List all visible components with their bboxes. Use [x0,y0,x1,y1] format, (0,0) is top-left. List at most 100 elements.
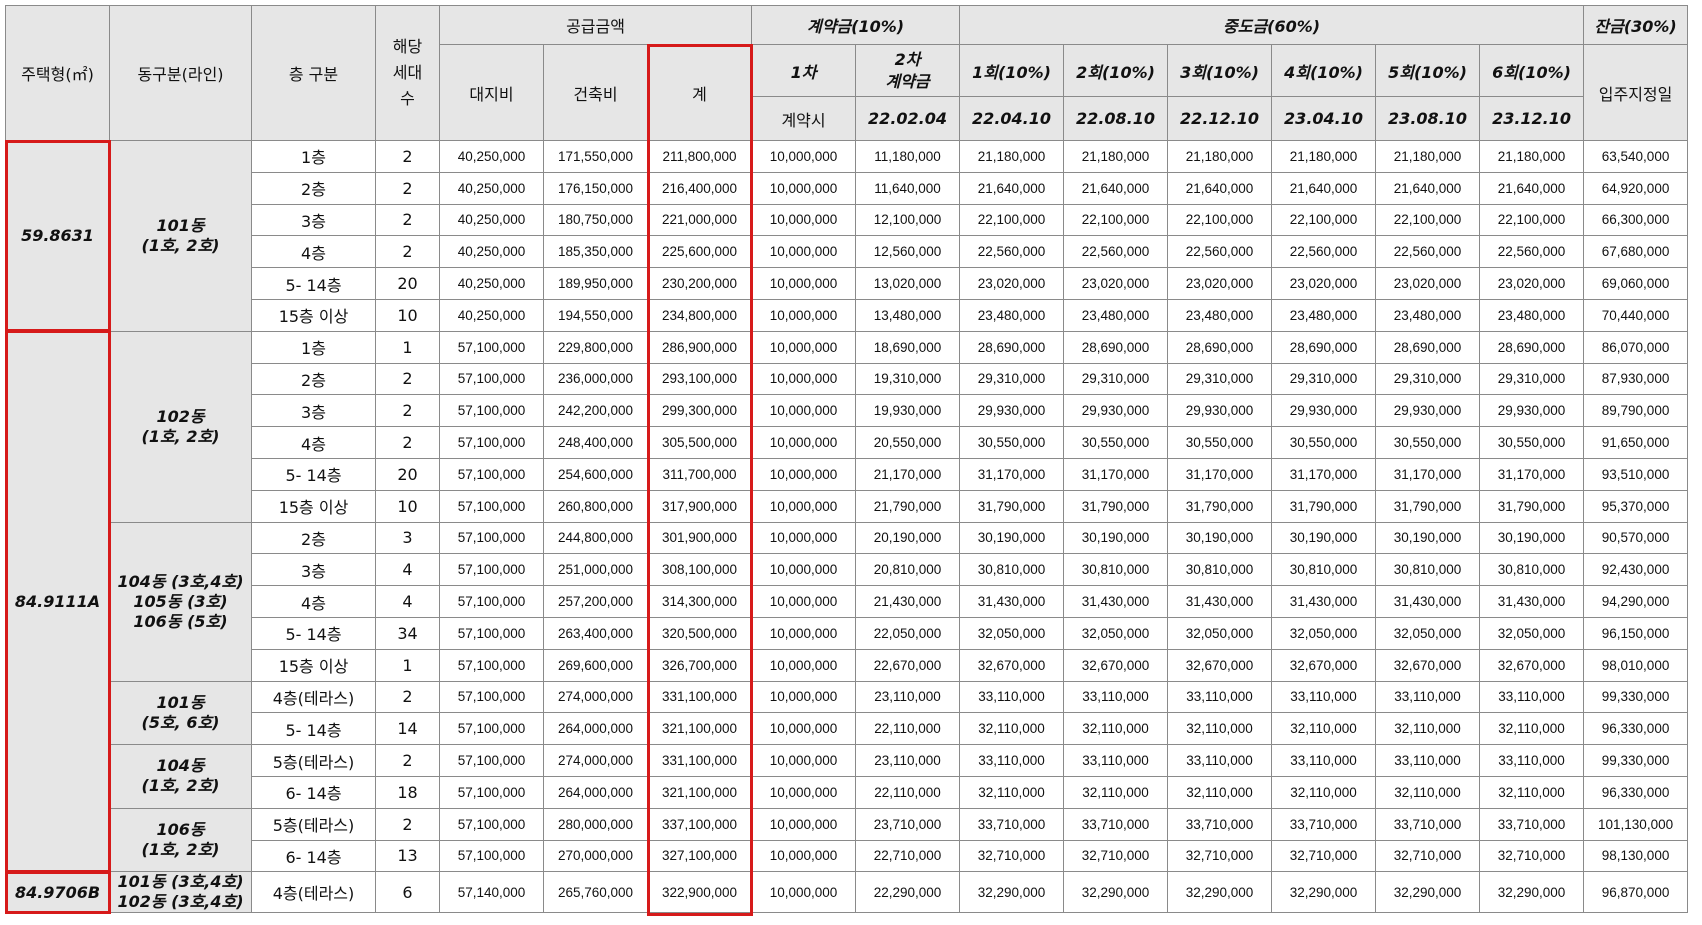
middle-payment-3-cell: 31,170,000 [1167,457,1273,491]
household-count-cell: 2 [375,203,440,237]
contract-2-cell: 19,930,000 [855,394,961,428]
middle-payment-2-cell: 31,790,000 [1063,489,1169,523]
total-cell: 321,100,000 [646,712,753,746]
contract-2-cell: 12,100,000 [855,203,961,237]
table-row: 59.8631 101동 (1호, 2호) 1층 2 40,250,000 171,550… [5,140,1689,332]
building-cost-cell: 280,000,000 [543,807,648,841]
table-row: 3층 2 40,250,000 180,750,000 221,000,000 10,00… [6,203,1689,237]
middle-payment-3-cell: 31,790,000 [1167,489,1273,523]
middle-payment-2-cell: 33,110,000 [1063,680,1169,714]
building-cost-cell: 254,600,000 [543,457,648,491]
contract-2-cell: 22,110,000 [855,712,961,746]
middle-payment-6-cell: 30,550,000 [1479,426,1585,459]
header-middle-date-5: 23.08.10 [1375,96,1481,141]
total-cell: 326,700,000 [646,648,753,682]
floor-cell: 15층 이상 [251,489,376,523]
middle-payment-6-cell: 32,110,000 [1479,775,1585,809]
land-cost-cell: 57,100,000 [439,521,544,555]
middle-payment-4-cell: 23,020,000 [1271,267,1377,300]
middle-payment-2-cell: 32,710,000 [1063,839,1169,873]
dong-line-cell: 106동 (1호, 2호) [109,807,252,873]
middle-payment-1-cell: 32,710,000 [959,839,1065,873]
household-count-cell: 18 [375,775,440,809]
land-cost-cell: 40,250,000 [439,203,544,237]
balance-cell: 89,790,000 [1583,394,1689,428]
header-type: 주택형(㎡) [5,5,110,141]
total-cell: 317,900,000 [646,489,753,523]
middle-payment-2-cell: 32,290,000 [1063,871,1169,914]
household-count-cell: 13 [375,839,440,873]
middle-payment-5-cell: 29,310,000 [1375,362,1481,396]
table-row: 3층 2 57,100,000 242,200,000 299,300,000 10,00… [6,394,1689,428]
middle-payment-6-cell: 33,110,000 [1479,680,1585,714]
household-count-cell: 10 [375,489,440,523]
building-cost-cell: 269,600,000 [543,648,648,682]
middle-payment-1-cell: 22,100,000 [959,203,1065,237]
middle-payment-4-cell: 31,790,000 [1271,489,1377,523]
middle-payment-6-cell: 21,640,000 [1479,171,1585,205]
table-row: 84.9111A 102동 (1호, 2호) 1층 1 57,100,000 229,80… [5,330,1689,873]
contract-1-cell: 10,000,000 [751,267,857,300]
household-count-cell: 6 [375,871,440,914]
household-count-cell: 3 [375,521,440,555]
contract-1-cell: 10,000,000 [751,553,857,587]
middle-payment-3-cell: 28,690,000 [1167,330,1273,364]
household-count-cell: 4 [375,585,440,618]
middle-payment-5-cell: 32,290,000 [1375,871,1481,914]
balance-cell: 101,130,000 [1583,807,1689,841]
table-row: 4층 4 57,100,000 257,200,000 314,300,000 10,00… [6,585,1689,618]
total-cell: 225,600,000 [646,235,753,269]
contract-2-cell: 19,310,000 [855,362,961,396]
balance-cell: 94,290,000 [1583,585,1689,618]
middle-payment-3-cell: 31,430,000 [1167,585,1273,618]
middle-payment-5-cell: 30,190,000 [1375,521,1481,555]
middle-payment-4-cell: 32,710,000 [1271,839,1377,873]
contract-2-cell: 20,810,000 [855,553,961,587]
building-cost-cell: 274,000,000 [543,680,648,714]
middle-payment-4-cell: 21,180,000 [1271,140,1377,173]
contract-2-cell: 12,560,000 [855,235,961,269]
middle-payment-5-cell: 23,480,000 [1375,298,1481,332]
contract-2-cell: 13,480,000 [855,298,961,332]
table-row: 15층 이상 10 57,100,000 260,800,000 317,900,000… [6,489,1689,523]
contract-2-cell: 20,190,000 [855,521,961,555]
middle-payment-1-cell: 29,310,000 [959,362,1065,396]
middle-payment-5-cell: 32,110,000 [1375,775,1481,809]
middle-payment-5-cell: 32,110,000 [1375,712,1481,746]
header-middle-date-1: 22.04.10 [959,96,1065,141]
contract-1-cell: 10,000,000 [751,171,857,205]
contract-2-cell: 22,110,000 [855,775,961,809]
middle-payment-6-cell: 22,100,000 [1479,203,1585,237]
middle-payment-5-cell: 31,790,000 [1375,489,1481,523]
floor-cell: 5- 14층 [251,457,376,491]
floor-cell: 4층(테라스) [251,871,376,914]
contract-2-cell: 18,690,000 [855,330,961,364]
middle-payment-4-cell: 22,560,000 [1271,235,1377,269]
balance-cell: 92,430,000 [1583,553,1689,587]
household-count-cell: 1 [375,330,440,364]
header-middle-date-4: 23.04.10 [1271,96,1377,141]
middle-payment-5-cell: 33,110,000 [1375,744,1481,777]
header-contract-1-when: 계약시 [751,96,857,141]
middle-payment-3-cell: 21,640,000 [1167,171,1273,205]
middle-payment-5-cell: 33,710,000 [1375,807,1481,841]
middle-payment-4-cell: 33,110,000 [1271,680,1377,714]
middle-payment-2-cell: 31,430,000 [1063,585,1169,618]
contract-1-cell: 10,000,000 [751,489,857,523]
table-row: 4층 2 40,250,000 185,350,000 225,600,000 10,00… [6,235,1689,269]
middle-payment-6-cell: 33,110,000 [1479,744,1585,777]
land-cost-cell: 57,100,000 [439,648,544,682]
middle-payment-1-cell: 33,110,000 [959,680,1065,714]
table-row: 6- 14층 13 57,100,000 270,000,000 327,100,000… [6,839,1689,873]
balance-cell: 96,330,000 [1583,775,1689,809]
middle-payment-6-cell: 32,710,000 [1479,839,1585,873]
header-supply-amount: 공급금액 [438,5,753,45]
middle-payment-4-cell: 21,640,000 [1271,171,1377,205]
land-cost-cell: 40,250,000 [439,267,544,300]
household-count-cell: 2 [375,362,440,396]
floor-cell: 4층 [251,585,376,618]
contract-1-cell: 10,000,000 [751,521,857,555]
middle-payment-6-cell: 31,170,000 [1479,457,1585,491]
header-household-count: 해당 세대 수 [375,5,440,141]
middle-payment-4-cell: 32,110,000 [1271,775,1377,809]
